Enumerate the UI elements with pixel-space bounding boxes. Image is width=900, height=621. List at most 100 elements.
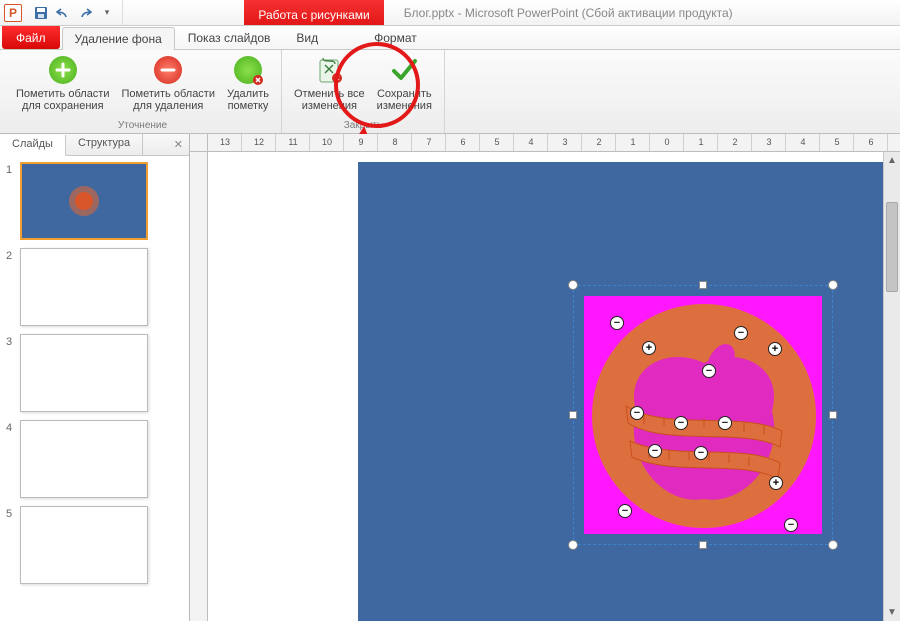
slide-thumbnail[interactable]: 1: [6, 162, 189, 240]
tab-outline[interactable]: Структура: [66, 134, 143, 155]
scrollbar-thumb[interactable]: [886, 202, 898, 292]
slide-number: 1: [6, 162, 20, 240]
slide-thumbnail[interactable]: 4: [6, 420, 189, 498]
label: Пометить области: [16, 88, 110, 100]
slide: [358, 162, 900, 621]
delete-mark-button[interactable]: Удалить пометку: [221, 52, 275, 120]
ruler-tick-label: 4: [786, 137, 820, 147]
remove-marker-icon[interactable]: [694, 446, 708, 460]
tab-remove-background[interactable]: Удаление фона: [62, 27, 175, 50]
remove-marker-icon[interactable]: [610, 316, 624, 330]
remove-marker-icon[interactable]: [702, 364, 716, 378]
remove-marker-icon[interactable]: [674, 416, 688, 430]
ribbon-group-refine: Пометить области для сохранения Пометить…: [4, 50, 282, 133]
ruler-tick-label: 0: [650, 137, 684, 147]
tab-slideshow[interactable]: Показ слайдов: [175, 26, 284, 49]
label: для удаления: [133, 100, 203, 112]
ruler-tick-label: 2: [718, 137, 752, 147]
ruler-vertical: [190, 152, 208, 621]
ribbon-tab-row: Файл Удаление фона Показ слайдов Вид Фор…: [0, 26, 900, 50]
label: изменения: [302, 100, 357, 112]
ruler-tick-label: 6: [854, 137, 888, 147]
powerpoint-icon: P: [4, 4, 22, 22]
main-area: Слайды Структура ✕ 1 2 3 4 5: [0, 134, 900, 621]
ruler-tick-label: 13: [208, 137, 242, 147]
close-window-icon[interactable]: [854, 0, 900, 25]
slide-thumbnail[interactable]: 2: [6, 248, 189, 326]
window-title: Блог.pptx - Microsoft PowerPoint (Сбой а…: [384, 0, 733, 25]
ruler-tick-label: 3: [752, 137, 786, 147]
slide-canvas[interactable]: [208, 152, 900, 621]
ruler-tick-label: 4: [514, 137, 548, 147]
ruler-tick-label: 7: [412, 137, 446, 147]
slide-number: 3: [6, 334, 20, 412]
ruler-tick-label: 1: [616, 137, 650, 147]
ruler-tick-label: 5: [820, 137, 854, 147]
redo-icon[interactable]: [76, 4, 94, 22]
keep-marker-icon[interactable]: [769, 476, 783, 490]
keep-marker-icon[interactable]: [768, 342, 782, 356]
slide-number: 2: [6, 248, 20, 326]
keep-changes-button[interactable]: Сохранить изменения: [371, 52, 438, 120]
ribbon-group-label: Закрыть: [344, 120, 383, 133]
label: изменения: [377, 100, 432, 112]
mark-areas-keep-button[interactable]: Пометить области для сохранения: [10, 52, 116, 120]
ribbon-group-label: Уточнение: [118, 120, 167, 133]
keep-marker-icon[interactable]: [642, 341, 656, 355]
label: Отменить все: [294, 88, 365, 100]
ruler-tick-label: 7: [888, 137, 900, 147]
ruler-tick-label: 3: [548, 137, 582, 147]
remove-marker-icon[interactable]: [630, 406, 644, 420]
remove-marker-icon[interactable]: [618, 504, 632, 518]
qat-customize-icon[interactable]: ▾: [98, 4, 116, 22]
remove-marker-icon[interactable]: [718, 416, 732, 430]
ruler-tick-label: 6: [446, 137, 480, 147]
slide-thumbnail[interactable]: 3: [6, 334, 189, 412]
vertical-scrollbar[interactable]: ▲ ▼: [883, 152, 900, 621]
remove-marker-icon[interactable]: [734, 326, 748, 340]
remove-marker-icon[interactable]: [784, 518, 798, 532]
save-icon[interactable]: [32, 4, 50, 22]
label: Пометить области: [122, 88, 216, 100]
ruler-tick-label: 5: [480, 137, 514, 147]
plus-green-icon: [47, 54, 79, 86]
delete-green-x-icon: [232, 54, 264, 86]
slide-thumbnail-panel: Слайды Структура ✕ 1 2 3 4 5: [0, 134, 190, 621]
slide-thumbnail[interactable]: 5: [6, 506, 189, 584]
discard-changes-button[interactable]: Отменить все изменения: [288, 52, 371, 120]
discard-icon: [313, 54, 345, 86]
label: Удалить: [227, 88, 269, 100]
slide-number: 4: [6, 420, 20, 498]
tab-slides[interactable]: Слайды: [0, 135, 66, 156]
minus-red-icon: [152, 54, 184, 86]
undo-icon[interactable]: [54, 4, 72, 22]
contextual-tab-picture-tools: Работа с рисунками: [244, 0, 383, 25]
thumbnail-list: 1 2 3 4 5: [0, 156, 189, 621]
quick-access-toolbar: ▾: [26, 0, 123, 25]
label: Сохранить: [377, 88, 432, 100]
slide-editor: 13121110987654321012345678910: [190, 134, 900, 621]
close-panel-icon[interactable]: ✕: [143, 134, 189, 155]
ruler-tick-label: 10: [310, 137, 344, 147]
remove-marker-icon[interactable]: [648, 444, 662, 458]
ribbon-group-close: Отменить все изменения Сохранить изменен…: [282, 50, 445, 133]
ruler-tick-label: 2: [582, 137, 616, 147]
scroll-up-icon[interactable]: ▲: [884, 152, 900, 169]
tab-file[interactable]: Файл: [2, 26, 60, 49]
title-bar: P ▾ Работа с рисунками Блог.pptx - Micro…: [0, 0, 900, 26]
slide-number: 5: [6, 506, 20, 584]
ruler-horizontal: 13121110987654321012345678910: [190, 134, 900, 152]
label: пометку: [228, 100, 269, 112]
scroll-down-icon[interactable]: ▼: [884, 604, 900, 621]
thumbnail-tabs: Слайды Структура ✕: [0, 134, 189, 156]
selection-box[interactable]: [573, 285, 833, 545]
ruler-tick-label: 1: [684, 137, 718, 147]
checkmark-icon: [388, 54, 420, 86]
tab-format[interactable]: Формат: [361, 26, 430, 49]
ruler-tick-label: 12: [242, 137, 276, 147]
mark-areas-remove-button[interactable]: Пометить области для удаления: [116, 52, 222, 120]
label: для сохранения: [22, 100, 104, 112]
ruler-tick-label: 8: [378, 137, 412, 147]
ruler-tick-label: 9: [344, 137, 378, 147]
tab-view[interactable]: Вид: [283, 26, 331, 49]
